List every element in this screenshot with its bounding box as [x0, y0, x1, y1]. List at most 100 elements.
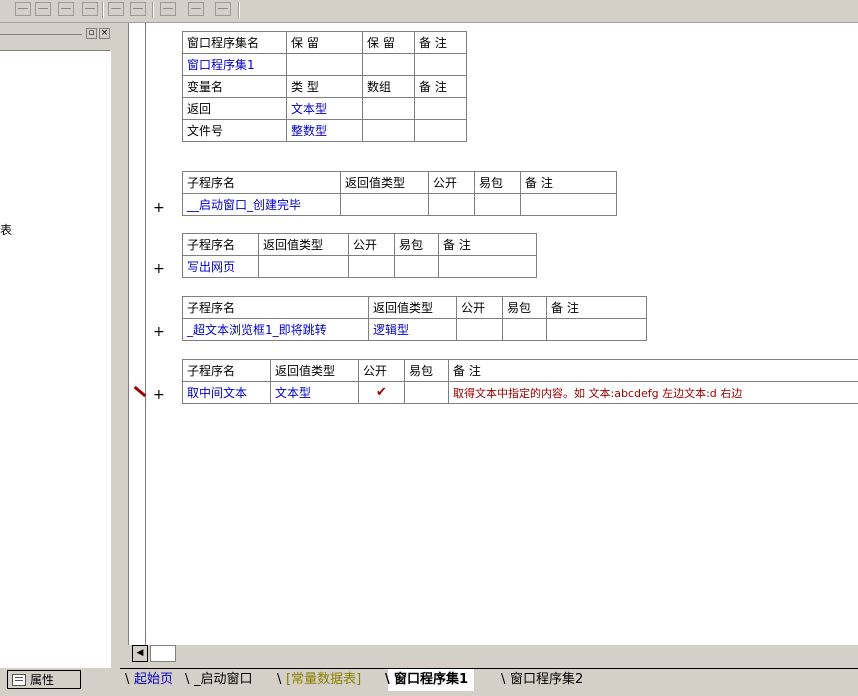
titlebar-grip [0, 34, 82, 35]
subroutine-note[interactable]: 取得文本中指定的内容。如 文本:abcdefg 左边文本:d 右边 [449, 382, 858, 404]
header-cell: 窗口程序集名 [183, 32, 287, 54]
header-cell: 备 注 [439, 234, 537, 256]
align-top-icon[interactable] [58, 2, 74, 16]
align-middle-icon[interactable] [35, 2, 51, 16]
empty-cell[interactable] [287, 54, 363, 76]
empty-cell[interactable] [395, 256, 439, 278]
variable-type[interactable]: 整数型 [287, 120, 363, 142]
header-cell: 易包 [503, 297, 547, 319]
public-checkmark[interactable]: ✔ [359, 382, 405, 404]
header-cell: 子程序名 [183, 360, 271, 382]
equal-height-icon[interactable] [130, 2, 146, 16]
left-panel: ▫ × 表 属性 [0, 23, 118, 695]
clipped-tree-label: 表 [0, 221, 12, 238]
properties-icon [12, 674, 26, 686]
tab-startup-window[interactable]: _启动窗口 [188, 669, 259, 691]
header-cell: 返回值类型 [271, 360, 359, 382]
toolbar-separator [102, 2, 104, 18]
expand-toggle[interactable]: + [153, 261, 165, 277]
expand-toggle[interactable]: + [153, 200, 165, 216]
toolbar [0, 0, 858, 23]
close-icon[interactable]: × [99, 28, 110, 39]
header-cell: 保 留 [287, 32, 363, 54]
header-cell: 备 注 [415, 32, 467, 54]
empty-cell[interactable] [547, 319, 647, 341]
empty-cell[interactable] [259, 256, 349, 278]
return-type[interactable]: 逻辑型 [369, 319, 457, 341]
header-cell: 保 留 [363, 32, 415, 54]
properties-tab-label: 属性 [30, 671, 54, 688]
same-width-icon[interactable] [160, 2, 176, 16]
header-cell: 公开 [457, 297, 503, 319]
header-cell: 备 注 [415, 76, 467, 98]
header-cell: 公开 [359, 360, 405, 382]
properties-tab[interactable]: 属性 [7, 670, 81, 689]
subroutine-table: 子程序名 返回值类型 公开 易包 备 注 _超文本浏览框1_即将跳转 逻辑型 [182, 296, 647, 341]
expand-toggle[interactable]: + [153, 387, 165, 403]
equal-width-icon[interactable] [108, 2, 124, 16]
header-cell: 变量名 [183, 76, 287, 98]
tab-start-page[interactable]: 起始页 [128, 669, 179, 691]
editor-gutter [129, 23, 146, 645]
panel-titlebar: ▫ × [0, 27, 116, 41]
empty-cell[interactable] [415, 120, 467, 142]
same-height-icon[interactable] [188, 2, 204, 16]
empty-cell[interactable] [415, 54, 467, 76]
empty-cell[interactable] [363, 98, 415, 120]
variable-name[interactable]: 文件号 [183, 120, 287, 142]
subroutine-table: 子程序名 返回值类型 公开 易包 备 注 写出网页 [182, 233, 537, 278]
header-cell: 备 注 [547, 297, 647, 319]
header-cell: 易包 [405, 360, 449, 382]
expand-toggle[interactable]: + [153, 324, 165, 340]
subroutine-table: 子程序名 返回值类型 公开 易包 备 注 取中间文本 文本型 ✔ 取得文本中指定… [182, 359, 858, 404]
same-size-icon[interactable] [215, 2, 231, 16]
toolbar-separator [152, 2, 154, 18]
restore-icon[interactable]: ▫ [86, 28, 97, 39]
empty-cell[interactable] [405, 382, 449, 404]
splitter[interactable] [118, 23, 128, 695]
tab-constant-table[interactable]: [常量数据表] [280, 669, 367, 691]
scroll-left-icon[interactable]: ◀ [132, 645, 148, 662]
header-cell: 子程序名 [183, 297, 369, 319]
align-center-icon[interactable] [15, 2, 31, 16]
empty-cell[interactable] [341, 194, 429, 216]
header-cell: 返回值类型 [369, 297, 457, 319]
horizontal-scrollbar[interactable]: ◀ [128, 645, 858, 663]
header-cell: 数组 [363, 76, 415, 98]
subroutine-name[interactable]: 取中间文本 [183, 382, 271, 404]
variable-type[interactable]: 文本型 [287, 98, 363, 120]
header-cell: 返回值类型 [341, 172, 429, 194]
header-cell: 公开 [349, 234, 395, 256]
empty-cell[interactable] [521, 194, 617, 216]
subroutine-name[interactable]: __启动窗口_创建完毕 [183, 194, 341, 216]
subroutine-name[interactable]: 写出网页 [183, 256, 259, 278]
empty-cell[interactable] [457, 319, 503, 341]
header-cell: 备 注 [449, 360, 858, 382]
empty-cell[interactable] [439, 256, 537, 278]
empty-cell[interactable] [363, 54, 415, 76]
empty-cell[interactable] [503, 319, 547, 341]
header-cell: 子程序名 [183, 172, 341, 194]
empty-cell[interactable] [415, 98, 467, 120]
empty-cell[interactable] [363, 120, 415, 142]
variable-name[interactable]: 返回 [183, 98, 287, 120]
code-editor[interactable]: 窗口程序集名 保 留 保 留 备 注 窗口程序集1 变量名 类 型 数组 备 注… [128, 23, 858, 645]
return-type[interactable]: 文本型 [271, 382, 359, 404]
subroutine-table: 子程序名 返回值类型 公开 易包 备 注 __启动窗口_创建完毕 [182, 171, 617, 216]
empty-cell[interactable] [475, 194, 521, 216]
header-cell: 备 注 [521, 172, 617, 194]
scroll-thumb[interactable] [150, 645, 176, 662]
align-bottom-icon[interactable] [82, 2, 98, 16]
tab-program-set-1[interactable]: 窗口程序集1 [388, 669, 474, 691]
header-cell: 返回值类型 [259, 234, 349, 256]
header-cell: 类 型 [287, 76, 363, 98]
program-set-name[interactable]: 窗口程序集1 [183, 54, 287, 76]
toolbar-separator [238, 2, 240, 18]
subroutine-name[interactable]: _超文本浏览框1_即将跳转 [183, 319, 369, 341]
empty-cell[interactable] [349, 256, 395, 278]
program-set-table: 窗口程序集名 保 留 保 留 备 注 窗口程序集1 变量名 类 型 数组 备 注… [182, 31, 467, 142]
empty-cell[interactable] [429, 194, 475, 216]
panel-content: 表 [0, 50, 111, 668]
tab-program-set-2[interactable]: 窗口程序集2 [504, 669, 589, 691]
header-cell: 易包 [475, 172, 521, 194]
